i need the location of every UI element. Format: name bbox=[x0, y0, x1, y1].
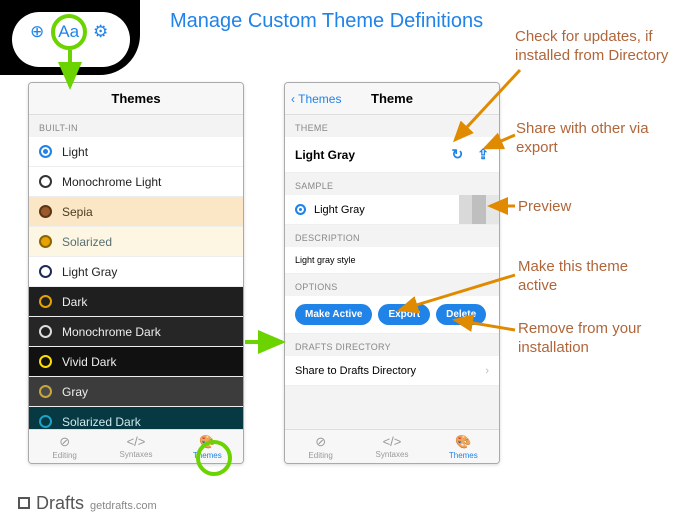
phone-theme-detail: ‹ Themes Theme THEME Light Gray ↻ ⇪ SAMP… bbox=[284, 82, 500, 464]
export-button[interactable]: Export bbox=[378, 304, 430, 325]
theme-title-row: Light Gray ↻ ⇪ bbox=[285, 137, 499, 173]
tab-bar-detail: ⊘Editing </>Syntaxes 🎨Themes bbox=[285, 429, 499, 463]
refresh-icon[interactable]: ↻ bbox=[452, 146, 464, 163]
nav-title-detail: Theme bbox=[371, 91, 413, 106]
tab-syntaxes[interactable]: </>Syntaxes bbox=[100, 430, 171, 463]
brand-domain: getdrafts.com bbox=[90, 500, 157, 512]
highlight-themes-tab bbox=[196, 440, 232, 476]
brand-name: Drafts bbox=[36, 493, 84, 514]
tab-editing-2[interactable]: ⊘Editing bbox=[285, 430, 356, 463]
theme-row-label: Solarized bbox=[62, 235, 112, 249]
theme-row-label: Sepia bbox=[62, 205, 93, 219]
theme-row[interactable]: Vivid Dark bbox=[29, 347, 243, 377]
theme-swatch-icon bbox=[39, 295, 52, 308]
chevron-right-icon: › bbox=[485, 365, 489, 377]
theme-swatch-icon bbox=[39, 235, 52, 248]
share-directory-row[interactable]: Share to Drafts Directory › bbox=[285, 356, 499, 386]
theme-row[interactable]: Light Gray bbox=[29, 257, 243, 287]
theme-swatch-icon bbox=[39, 385, 52, 398]
theme-swatch-icon bbox=[39, 355, 52, 368]
description-text: Light gray style bbox=[285, 247, 499, 274]
nav-bar-detail: ‹ Themes Theme bbox=[285, 83, 499, 115]
make-active-button[interactable]: Make Active bbox=[295, 304, 372, 325]
share-directory-label: Share to Drafts Directory bbox=[295, 365, 416, 377]
footer: Drafts getdrafts.com bbox=[18, 493, 157, 514]
options-row: Make Active Export Delete bbox=[285, 296, 499, 334]
gear-icon[interactable]: ⚙ bbox=[93, 22, 108, 42]
theme-row-label: Light Gray bbox=[62, 265, 117, 279]
theme-swatch-icon bbox=[39, 265, 52, 278]
theme-swatch-icon bbox=[39, 325, 52, 338]
preview-swatch bbox=[459, 195, 499, 224]
sample-row[interactable]: Light Gray bbox=[285, 195, 499, 225]
tab-themes-2[interactable]: 🎨Themes bbox=[428, 430, 499, 463]
theme-row-label: Solarized Dark bbox=[62, 415, 141, 429]
theme-row[interactable]: Monochrome Dark bbox=[29, 317, 243, 347]
theme-row-label: Dark bbox=[62, 295, 87, 309]
theme-row-label: Gray bbox=[62, 385, 88, 399]
theme-swatch-icon bbox=[39, 205, 52, 218]
themes-icon: 🎨 bbox=[455, 434, 471, 450]
highlight-font-icon bbox=[51, 14, 87, 50]
radio-selected-icon bbox=[295, 204, 306, 215]
tab-syntaxes-2[interactable]: </>Syntaxes bbox=[356, 430, 427, 463]
callout-preview: Preview bbox=[518, 198, 571, 217]
theme-row-label: Monochrome Light bbox=[62, 175, 161, 189]
zoom-icon[interactable]: ⊕ bbox=[30, 22, 44, 42]
theme-row[interactable]: Dark bbox=[29, 287, 243, 317]
theme-row[interactable]: Gray bbox=[29, 377, 243, 407]
theme-row-label: Light bbox=[62, 145, 88, 159]
nav-bar: Themes bbox=[29, 83, 243, 115]
editing-icon: ⊘ bbox=[59, 434, 70, 450]
section-options: OPTIONS bbox=[285, 274, 499, 296]
editing-icon: ⊘ bbox=[315, 434, 326, 450]
delete-button[interactable]: Delete bbox=[436, 304, 486, 325]
section-description: DESCRIPTION bbox=[285, 225, 499, 247]
theme-row-label: Monochrome Dark bbox=[62, 325, 161, 339]
section-theme: THEME bbox=[285, 115, 499, 137]
section-builtin: BUILT-IN bbox=[29, 115, 243, 137]
back-button[interactable]: ‹ Themes bbox=[291, 92, 341, 106]
sample-name: Light Gray bbox=[314, 204, 365, 216]
theme-row-label: Vivid Dark bbox=[62, 355, 116, 369]
theme-swatch-icon bbox=[39, 145, 52, 158]
theme-row[interactable]: Solarized bbox=[29, 227, 243, 257]
theme-row[interactable]: Sepia bbox=[29, 197, 243, 227]
callout-updates: Check for updates, if installed from Dir… bbox=[515, 28, 675, 66]
phone-themes-list: Themes BUILT-IN Light Monochrome Light Sep… bbox=[28, 82, 244, 464]
share-icon[interactable]: ⇪ bbox=[477, 146, 489, 163]
syntaxes-icon: </> bbox=[383, 434, 402, 449]
drafts-logo-icon bbox=[18, 497, 30, 509]
section-directory: DRAFTS DIRECTORY bbox=[285, 334, 499, 356]
nav-title: Themes bbox=[111, 91, 160, 106]
callout-share: Share with other via export bbox=[516, 120, 676, 158]
section-sample: SAMPLE bbox=[285, 173, 499, 195]
page-title: Manage Custom Theme Definitions bbox=[170, 10, 483, 33]
callout-active: Make this theme active bbox=[518, 258, 668, 296]
theme-row[interactable]: Light bbox=[29, 137, 243, 167]
theme-swatch-icon bbox=[39, 415, 52, 428]
tab-editing[interactable]: ⊘Editing bbox=[29, 430, 100, 463]
theme-swatch-icon bbox=[39, 175, 52, 188]
syntaxes-icon: </> bbox=[127, 434, 146, 449]
theme-row[interactable]: Monochrome Light bbox=[29, 167, 243, 197]
theme-list: Light Monochrome Light Sepia Solarized Light… bbox=[29, 137, 243, 437]
theme-name: Light Gray bbox=[295, 148, 355, 162]
callout-remove: Remove from your installation bbox=[518, 320, 678, 358]
